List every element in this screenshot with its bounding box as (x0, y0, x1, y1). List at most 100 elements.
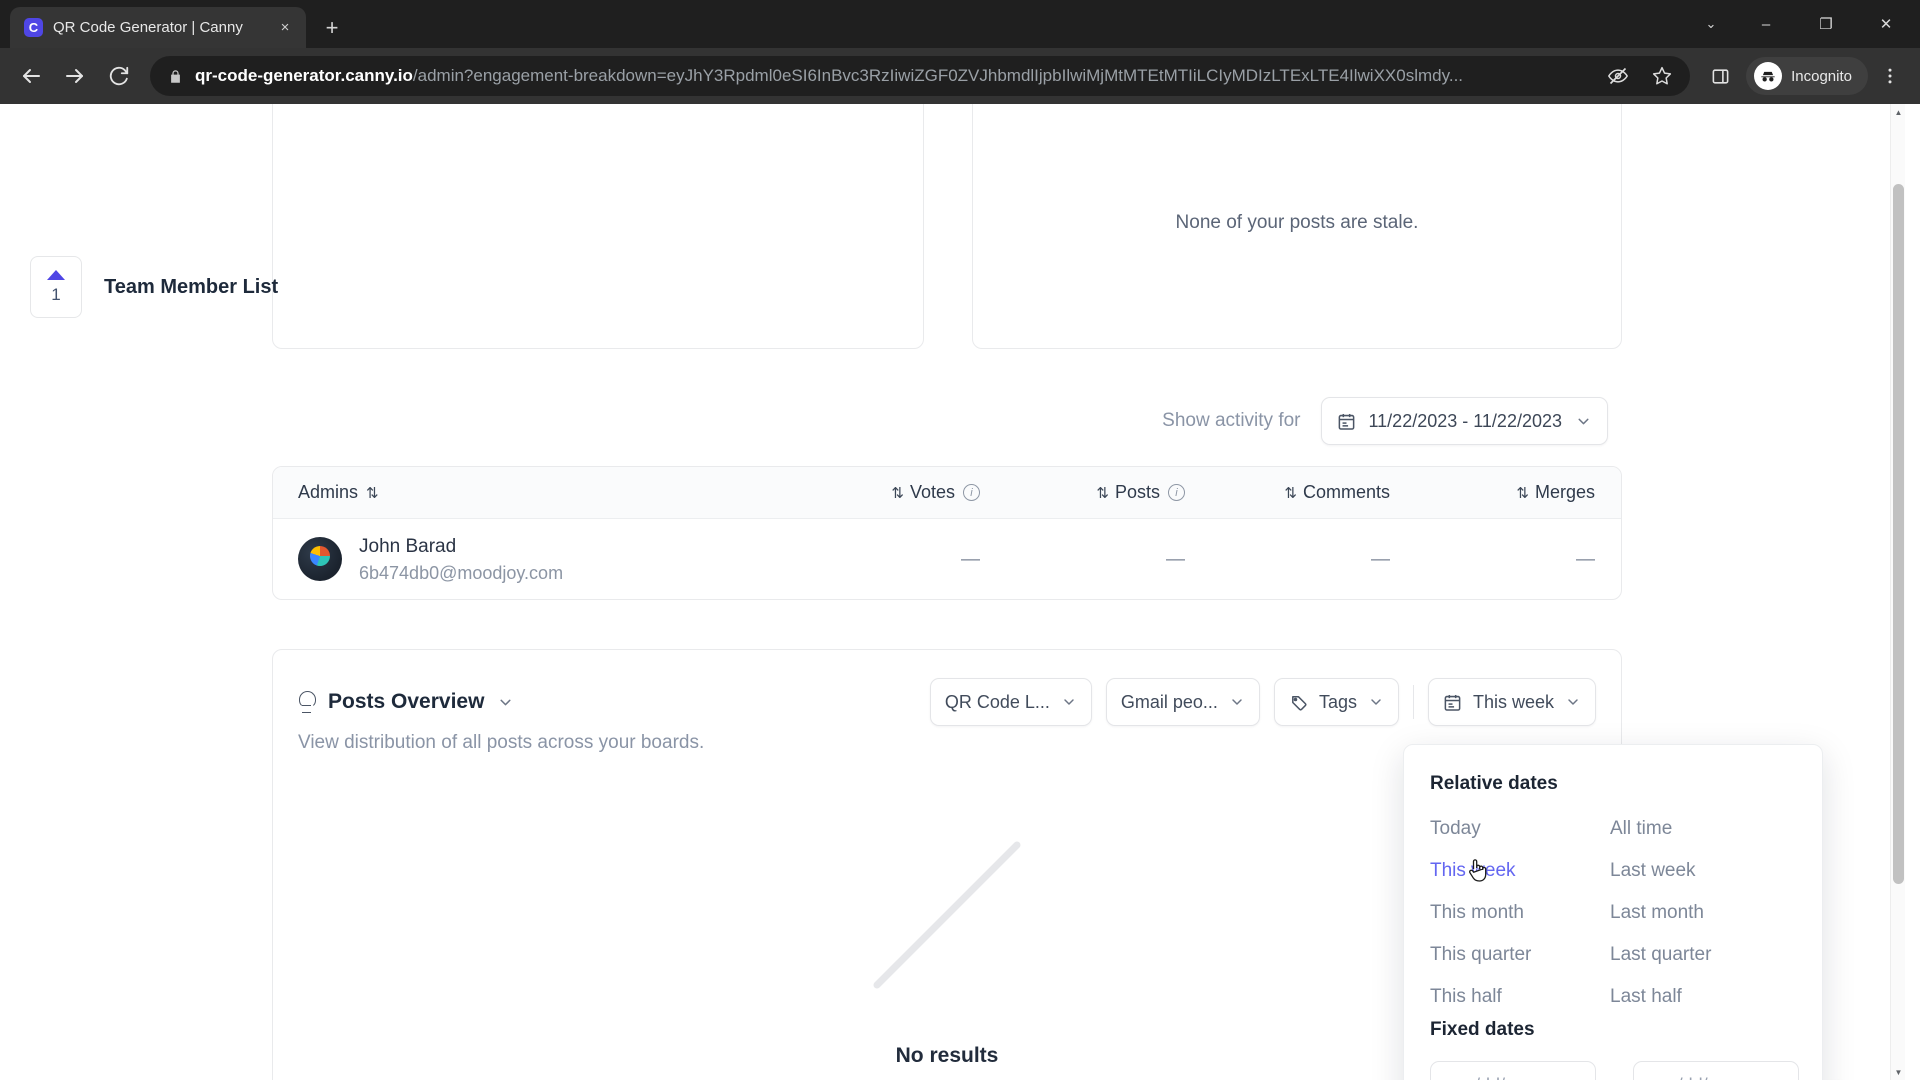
posts-overview-heading[interactable]: Posts Overview (298, 690, 514, 714)
sort-icon[interactable]: ⇅ (1516, 484, 1529, 502)
relative-option-last-week[interactable]: Last week (1610, 855, 1790, 887)
fixed-dates-heading: Fixed dates (1430, 1019, 1535, 1040)
avatar (298, 537, 342, 582)
table-row[interactable]: John Barad 6b474db0@moodjoy.com — — — — (273, 519, 1621, 599)
cell-comments: — (1371, 548, 1390, 570)
chevron-down-icon (1061, 694, 1077, 710)
chevron-down-icon (1368, 694, 1384, 710)
chevron-down-icon[interactable] (497, 694, 514, 711)
bookmark-star-icon[interactable] (1646, 60, 1678, 92)
browser-tab[interactable]: C QR Code Generator | Canny × (10, 7, 306, 48)
column-header-votes[interactable]: ⇅ Votes i (801, 482, 1006, 503)
column-label-merges: Merges (1534, 482, 1595, 502)
relative-option-this-month[interactable]: This month (1430, 897, 1610, 929)
chevron-down-icon (1565, 694, 1581, 710)
tab-strip: C QR Code Generator | Canny × + ⌄ – ❐ ✕ (0, 0, 1920, 48)
scrollbar-thumb[interactable] (1893, 184, 1904, 884)
maximize-window-button[interactable]: ❐ (1798, 2, 1854, 46)
url-path: /admin?engagement-breakdown=eyJhY3Rpdml0… (412, 66, 1464, 85)
incognito-icon (1754, 62, 1783, 90)
activity-date-range-select[interactable]: 11/22/2023 - 11/22/2023 (1320, 397, 1608, 445)
cell-votes: — (961, 548, 980, 570)
canny-admin-page: 1 Team Member List None of your posts ar… (0, 104, 1905, 1080)
admins-table: Admins ⇅ ⇅ Votes i ⇅ Posts i ⇅ Comments … (272, 466, 1622, 600)
filter-segment-label: Gmail peo... (1120, 691, 1218, 712)
info-icon[interactable]: i (963, 484, 980, 501)
side-panel-icon[interactable] (1700, 56, 1740, 96)
activity-filter-bar: Show activity for 11/22/2023 - 11/22/202… (1162, 397, 1608, 445)
address-bar[interactable]: qr-code-generator.canny.io/admin?engagem… (150, 56, 1691, 96)
column-label-admins: Admins (298, 482, 359, 502)
new-tab-button[interactable]: + (315, 11, 349, 45)
filter-divider (1412, 685, 1414, 719)
window-controls: ⌄ – ❐ ✕ (1688, 0, 1920, 48)
lightbulb-icon (298, 691, 316, 713)
calendar-icon (1443, 693, 1462, 712)
stale-posts-message: None of your posts are stale. (1175, 212, 1419, 233)
admin-text-block: John Barad 6b474db0@moodjoy.com (359, 533, 563, 587)
table-header-row: Admins ⇅ ⇅ Votes i ⇅ Posts i ⇅ Comments … (273, 467, 1621, 519)
sort-icon[interactable]: ⇅ (366, 484, 379, 502)
filter-board-select[interactable]: QR Code L... (929, 678, 1092, 726)
forward-icon[interactable] (54, 55, 96, 97)
incognito-label: Incognito (1791, 67, 1852, 85)
sort-icon[interactable]: ⇅ (1284, 484, 1297, 502)
relative-option-today[interactable]: Today (1430, 813, 1610, 845)
lock-icon (168, 69, 183, 84)
vote-button[interactable]: 1 (30, 256, 82, 318)
relative-option-last-half[interactable]: Last half (1610, 981, 1790, 1013)
scroll-down-icon[interactable]: ▼ (1891, 1064, 1906, 1080)
browser-toolbar: qr-code-generator.canny.io/admin?engagem… (0, 48, 1920, 104)
filter-tags-label: Tags (1318, 691, 1357, 712)
column-label-posts: Posts (1114, 482, 1160, 502)
filter-segment-select[interactable]: Gmail peo... (1105, 678, 1260, 726)
tag-icon (1289, 693, 1308, 712)
chrome-menu-icon[interactable] (1870, 56, 1910, 96)
relative-dates-heading: Relative dates (1430, 773, 1558, 794)
chevron-down-icon (1229, 694, 1245, 710)
page-scrollbar[interactable]: ▲ ▼ (1890, 104, 1905, 1080)
sort-icon[interactable]: ⇅ (891, 484, 904, 502)
vote-count: 1 (51, 284, 61, 304)
relative-dates-grid: Today All time This week Last week This … (1430, 813, 1800, 1013)
filter-board-label: QR Code L... (944, 691, 1050, 712)
column-header-admins[interactable]: Admins ⇅ (273, 482, 801, 503)
relative-option-all-time[interactable]: All time (1610, 813, 1790, 845)
page-title: Posts Overview (328, 690, 485, 713)
column-label-votes: Votes (909, 482, 955, 502)
relative-option-last-month[interactable]: Last month (1610, 897, 1790, 929)
admin-identity-cell: John Barad 6b474db0@moodjoy.com (273, 533, 801, 587)
relative-option-this-half[interactable]: This half (1430, 981, 1610, 1013)
toolbar-right-controls: Incognito (1700, 56, 1910, 96)
activity-date-range-value: 11/22/2023 - 11/22/2023 (1368, 410, 1563, 431)
post-list-item[interactable]: 1 Team Member List (30, 256, 278, 318)
fixed-date-from-input[interactable]: mm/dd/yyyy (1430, 1061, 1596, 1080)
relative-option-this-week[interactable]: This week (1430, 855, 1610, 887)
info-icon[interactable]: i (1168, 484, 1185, 501)
column-header-merges[interactable]: ⇅ Merges (1416, 482, 1621, 503)
post-title[interactable]: Team Member List (104, 276, 278, 299)
close-window-button[interactable]: ✕ (1858, 2, 1914, 46)
incognito-profile-chip[interactable]: Incognito (1746, 57, 1868, 95)
fixed-date-to-input[interactable]: mm/dd/yyyy (1632, 1061, 1799, 1080)
column-header-posts[interactable]: ⇅ Posts i (1006, 482, 1211, 503)
scroll-up-icon[interactable]: ▲ (1891, 104, 1906, 120)
sort-icon[interactable]: ⇅ (1096, 484, 1109, 502)
relative-option-this-quarter[interactable]: This quarter (1430, 939, 1610, 971)
url-host: qr-code-generator.canny.io (195, 66, 413, 85)
back-icon[interactable] (10, 55, 52, 97)
relative-option-last-quarter[interactable]: Last quarter (1610, 939, 1790, 971)
reload-icon[interactable] (98, 55, 140, 97)
filter-tags-select[interactable]: Tags (1273, 678, 1399, 726)
chevron-down-icon (1575, 413, 1592, 430)
posts-overview-subtitle: View distribution of all posts across yo… (298, 732, 705, 753)
tab-search-chevron-icon[interactable]: ⌄ (1688, 2, 1734, 46)
filter-date-select[interactable]: This week (1427, 678, 1596, 726)
column-header-comments[interactable]: ⇅ Comments (1211, 482, 1416, 503)
url-text: qr-code-generator.canny.io/admin?engagem… (195, 66, 1590, 86)
tracking-protection-icon[interactable] (1602, 60, 1634, 92)
filter-date-label: This week (1472, 691, 1554, 712)
close-tab-icon[interactable]: × (274, 17, 296, 39)
top-posts-card (272, 104, 924, 349)
minimize-window-button[interactable]: – (1738, 2, 1794, 46)
